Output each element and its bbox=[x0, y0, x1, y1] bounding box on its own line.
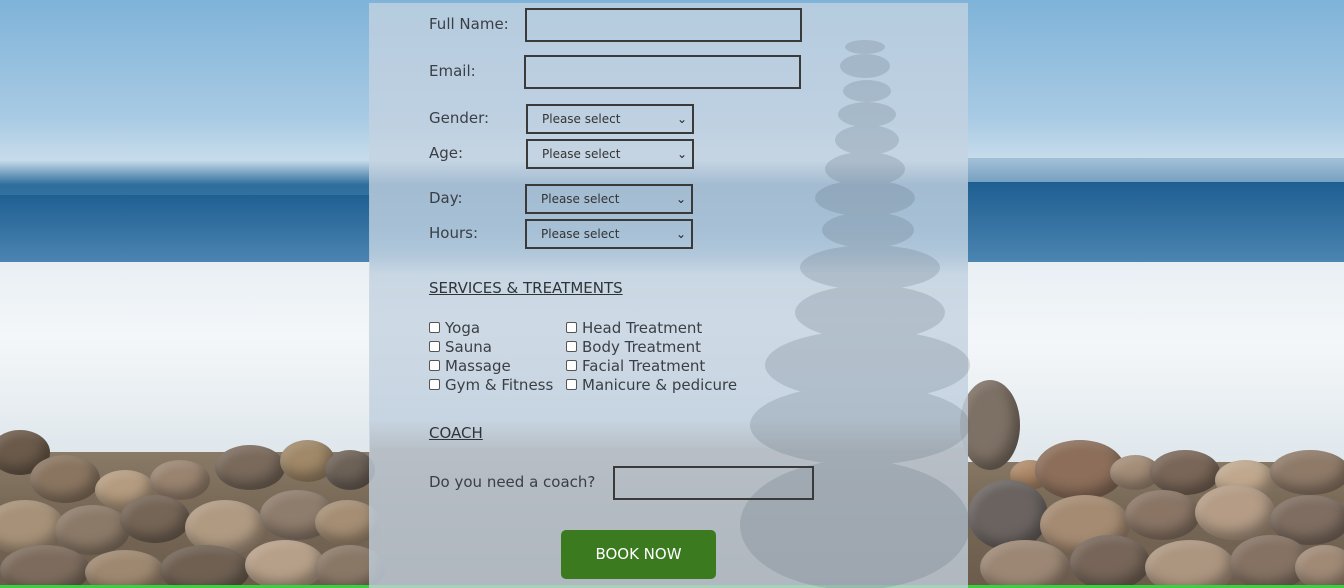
massage-checkbox[interactable] bbox=[429, 360, 440, 371]
age-label: Age: bbox=[429, 144, 464, 162]
manicure-pedicure-checkbox[interactable] bbox=[566, 379, 577, 390]
pebble bbox=[160, 545, 250, 588]
age-select[interactable]: Please select ⌄ bbox=[526, 139, 694, 169]
distant-hills bbox=[968, 158, 1344, 184]
pebble bbox=[1070, 535, 1150, 588]
service-manicure-pedicure[interactable]: Manicure & pedicure bbox=[566, 375, 737, 394]
age-select-value: Please select bbox=[542, 147, 621, 161]
pebble bbox=[1270, 450, 1344, 495]
pebble bbox=[1145, 540, 1235, 588]
pebble bbox=[120, 495, 190, 543]
sea-left bbox=[0, 195, 370, 265]
service-label: Yoga bbox=[445, 318, 481, 337]
chevron-down-icon: ⌄ bbox=[676, 112, 687, 126]
coach-input[interactable] bbox=[613, 466, 814, 500]
pebble bbox=[245, 540, 325, 588]
gender-select[interactable]: Please select ⌄ bbox=[526, 104, 694, 134]
pebble bbox=[0, 545, 90, 588]
pebble bbox=[85, 550, 165, 588]
surf-right bbox=[968, 262, 1344, 462]
pebble bbox=[215, 445, 285, 490]
stacked-stone bbox=[835, 125, 899, 155]
stacked-stone bbox=[845, 40, 885, 54]
hours-select-value: Please select bbox=[541, 227, 620, 241]
book-now-button[interactable]: BOOK NOW bbox=[561, 530, 716, 579]
pebble bbox=[968, 480, 1048, 550]
stone-stack-image bbox=[740, 40, 970, 588]
stacked-stone bbox=[750, 385, 970, 465]
service-label: Massage bbox=[445, 356, 511, 375]
stacked-stone bbox=[840, 54, 890, 78]
pebble bbox=[980, 540, 1070, 588]
service-head-treatment[interactable]: Head Treatment bbox=[566, 318, 702, 337]
full-name-label: Full Name: bbox=[429, 15, 509, 33]
pebble bbox=[325, 450, 375, 490]
pebble bbox=[1195, 485, 1275, 540]
sea-right bbox=[968, 182, 1344, 262]
service-label: Sauna bbox=[445, 337, 492, 356]
hours-select[interactable]: Please select ⌄ bbox=[525, 219, 693, 249]
gym-fitness-checkbox[interactable] bbox=[429, 379, 440, 390]
pebble bbox=[30, 455, 100, 503]
stacked-stone bbox=[822, 212, 914, 248]
yoga-checkbox[interactable] bbox=[429, 322, 440, 333]
gender-select-value: Please select bbox=[542, 112, 621, 126]
service-label: Gym & Fitness bbox=[445, 375, 554, 394]
sauna-checkbox[interactable] bbox=[429, 341, 440, 352]
day-select[interactable]: Please select ⌄ bbox=[525, 184, 693, 214]
stacked-stone bbox=[800, 245, 940, 290]
service-label: Body Treatment bbox=[582, 337, 701, 356]
chevron-down-icon: ⌄ bbox=[676, 147, 687, 161]
pebble bbox=[1295, 545, 1344, 588]
head-treatment-checkbox[interactable] bbox=[566, 322, 577, 333]
service-sauna[interactable]: Sauna bbox=[429, 337, 492, 356]
coach-question-label: Do you need a coach? bbox=[429, 473, 596, 491]
day-label: Day: bbox=[429, 189, 463, 207]
service-massage[interactable]: Massage bbox=[429, 356, 511, 375]
stacked-stone bbox=[815, 180, 915, 216]
service-body-treatment[interactable]: Body Treatment bbox=[566, 337, 701, 356]
surf-left bbox=[0, 262, 370, 452]
services-heading: SERVICES & TREATMENTS bbox=[429, 279, 623, 297]
chevron-down-icon: ⌄ bbox=[675, 192, 686, 206]
pebble bbox=[1125, 490, 1200, 540]
stacked-stone bbox=[838, 102, 896, 127]
chevron-down-icon: ⌄ bbox=[675, 227, 686, 241]
service-yoga[interactable]: Yoga bbox=[429, 318, 480, 337]
coach-heading: COACH bbox=[429, 424, 483, 442]
body-treatment-checkbox[interactable] bbox=[566, 341, 577, 352]
full-name-input[interactable] bbox=[525, 8, 802, 42]
pebble bbox=[150, 460, 210, 500]
service-gym-fitness[interactable]: Gym & Fitness bbox=[429, 375, 553, 394]
service-facial-treatment[interactable]: Facial Treatment bbox=[566, 356, 705, 375]
pebble bbox=[1150, 450, 1220, 495]
gender-label: Gender: bbox=[429, 109, 490, 127]
email-label: Email: bbox=[429, 62, 476, 80]
stacked-stone bbox=[843, 80, 891, 102]
facial-treatment-checkbox[interactable] bbox=[566, 360, 577, 371]
email-input[interactable] bbox=[524, 55, 801, 89]
service-label: Head Treatment bbox=[582, 318, 703, 337]
hours-label: Hours: bbox=[429, 224, 478, 242]
service-label: Facial Treatment bbox=[582, 356, 706, 375]
day-select-value: Please select bbox=[541, 192, 620, 206]
service-label: Manicure & pedicure bbox=[582, 375, 738, 394]
